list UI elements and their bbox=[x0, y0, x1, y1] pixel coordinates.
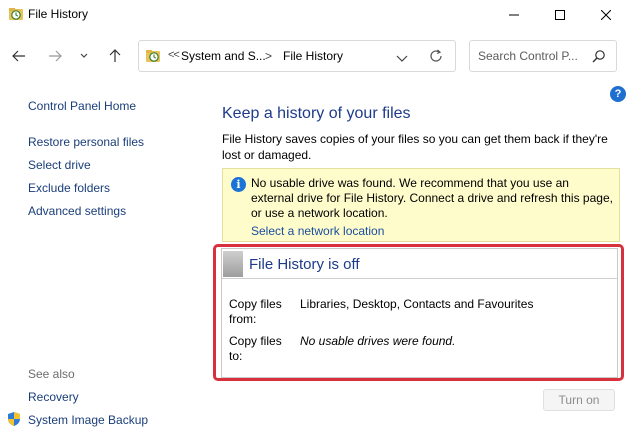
forward-arrow-icon bbox=[49, 50, 62, 62]
back-button[interactable] bbox=[8, 45, 30, 67]
see-also-recovery[interactable]: Recovery bbox=[28, 390, 79, 404]
search-icon[interactable] bbox=[592, 49, 606, 63]
no-drive-notice: i No usable drive was found. We recommen… bbox=[222, 168, 620, 242]
close-button[interactable] bbox=[583, 0, 629, 30]
page-title: Keep a history of your files bbox=[222, 105, 411, 122]
select-network-location-link[interactable]: Select a network location bbox=[251, 224, 384, 238]
title-bar: File History bbox=[0, 0, 629, 30]
refresh-button[interactable] bbox=[429, 49, 445, 65]
close-icon bbox=[601, 10, 611, 20]
address-bar[interactable]: << System and S... > File History bbox=[138, 40, 456, 72]
notice-text: No usable drive was found. We recommend … bbox=[251, 176, 613, 220]
info-icon: i bbox=[231, 177, 246, 192]
chevron-down-icon bbox=[80, 53, 88, 58]
turn-on-button[interactable]: Turn on bbox=[543, 389, 615, 411]
file-history-app-icon bbox=[8, 6, 24, 22]
sidebar-item-advanced-settings[interactable]: Advanced settings bbox=[28, 204, 126, 218]
search-input[interactable]: Search Control P... bbox=[478, 49, 588, 63]
sidebar-item-restore-personal-files[interactable]: Restore personal files bbox=[28, 135, 144, 149]
back-arrow-icon bbox=[12, 50, 25, 62]
control-panel-icon bbox=[145, 48, 163, 64]
refresh-icon bbox=[430, 49, 442, 62]
recent-locations-button[interactable] bbox=[76, 45, 92, 67]
see-also-label: See also bbox=[28, 367, 75, 381]
highlight-box bbox=[213, 244, 624, 381]
up-button[interactable] bbox=[104, 45, 126, 67]
shield-icon bbox=[6, 411, 22, 427]
search-box[interactable]: Search Control P... bbox=[469, 40, 617, 72]
page-description: File History saves copies of your files … bbox=[222, 132, 608, 162]
chevron-down-icon bbox=[396, 55, 408, 62]
breadcrumb-overflow[interactable]: << bbox=[168, 49, 180, 61]
maximize-button[interactable] bbox=[537, 0, 583, 30]
address-dropdown-button[interactable] bbox=[396, 50, 410, 62]
help-icon[interactable]: ? bbox=[610, 86, 626, 102]
breadcrumb-separator[interactable]: > bbox=[265, 49, 272, 63]
minimize-icon bbox=[509, 14, 519, 16]
window-title: File History bbox=[28, 7, 89, 21]
breadcrumb-system[interactable]: System and S... bbox=[181, 49, 266, 63]
breadcrumb-file-history[interactable]: File History bbox=[283, 49, 343, 63]
minimize-button[interactable] bbox=[491, 0, 537, 30]
up-arrow-icon bbox=[109, 49, 121, 62]
sidebar-item-exclude-folders[interactable]: Exclude folders bbox=[28, 181, 110, 195]
forward-button[interactable] bbox=[44, 45, 66, 67]
sidebar-item-select-drive[interactable]: Select drive bbox=[28, 158, 91, 172]
sidebar-control-panel-home[interactable]: Control Panel Home bbox=[28, 99, 136, 113]
maximize-icon bbox=[555, 10, 565, 20]
see-also-system-image-backup[interactable]: System Image Backup bbox=[28, 413, 148, 427]
